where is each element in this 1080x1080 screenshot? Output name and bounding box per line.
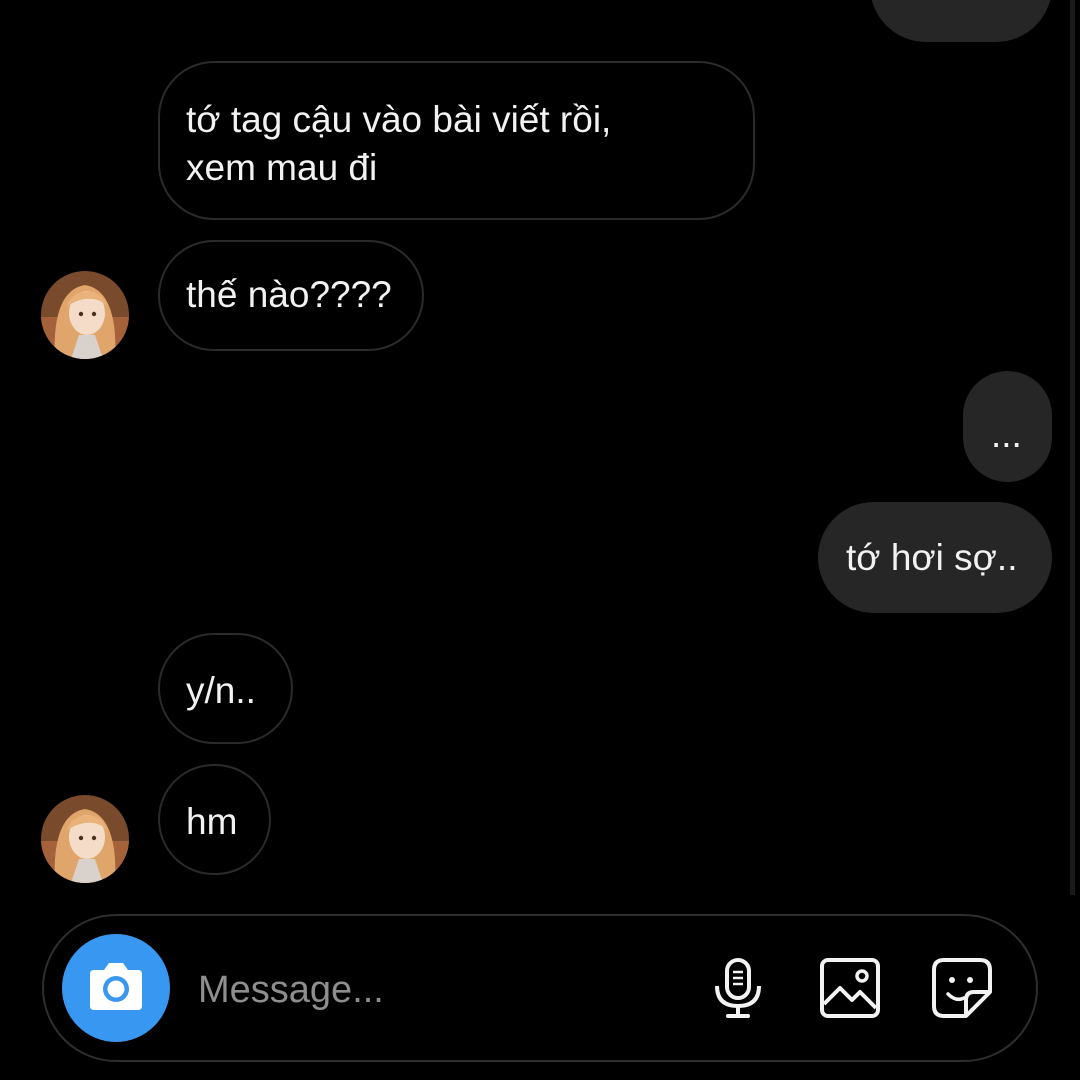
- contact-avatar[interactable]: [41, 795, 129, 883]
- incoming-message[interactable]: thế nào????: [158, 240, 424, 351]
- message-text: tớ hơi sợ..: [846, 537, 1018, 578]
- message-text: hm: [186, 801, 238, 842]
- contact-avatar[interactable]: [41, 271, 129, 359]
- message-text: ...: [991, 414, 1022, 455]
- message-text: là sao?: [898, 0, 1052, 8]
- outgoing-message[interactable]: là sao?: [870, 0, 1052, 42]
- message-input[interactable]: [198, 962, 678, 1018]
- incoming-message[interactable]: y/n..: [158, 633, 293, 744]
- incoming-message[interactable]: hm: [158, 764, 271, 875]
- message-composer: [42, 914, 1038, 1062]
- outgoing-message[interactable]: ...: [963, 371, 1052, 482]
- camera-icon: [90, 963, 142, 1010]
- incoming-message[interactable]: tớ tag cậu vào bài viết rồi, xem mau đi: [158, 61, 755, 220]
- gallery-icon[interactable]: [818, 956, 882, 1020]
- sticker-icon[interactable]: [930, 956, 994, 1020]
- scrollbar[interactable]: [1070, 0, 1075, 895]
- outgoing-message[interactable]: tớ hơi sợ..: [818, 502, 1052, 613]
- message-text: tớ tag cậu vào bài viết rồi, xem mau đi: [186, 99, 612, 188]
- message-text: y/n..: [186, 670, 256, 711]
- camera-button[interactable]: [62, 934, 170, 1042]
- message-text: thế nào????: [186, 274, 392, 315]
- chat-screen: là sao? tớ tag cậu vào bài viết rồi, xem…: [0, 0, 1080, 1080]
- microphone-icon[interactable]: [706, 956, 770, 1020]
